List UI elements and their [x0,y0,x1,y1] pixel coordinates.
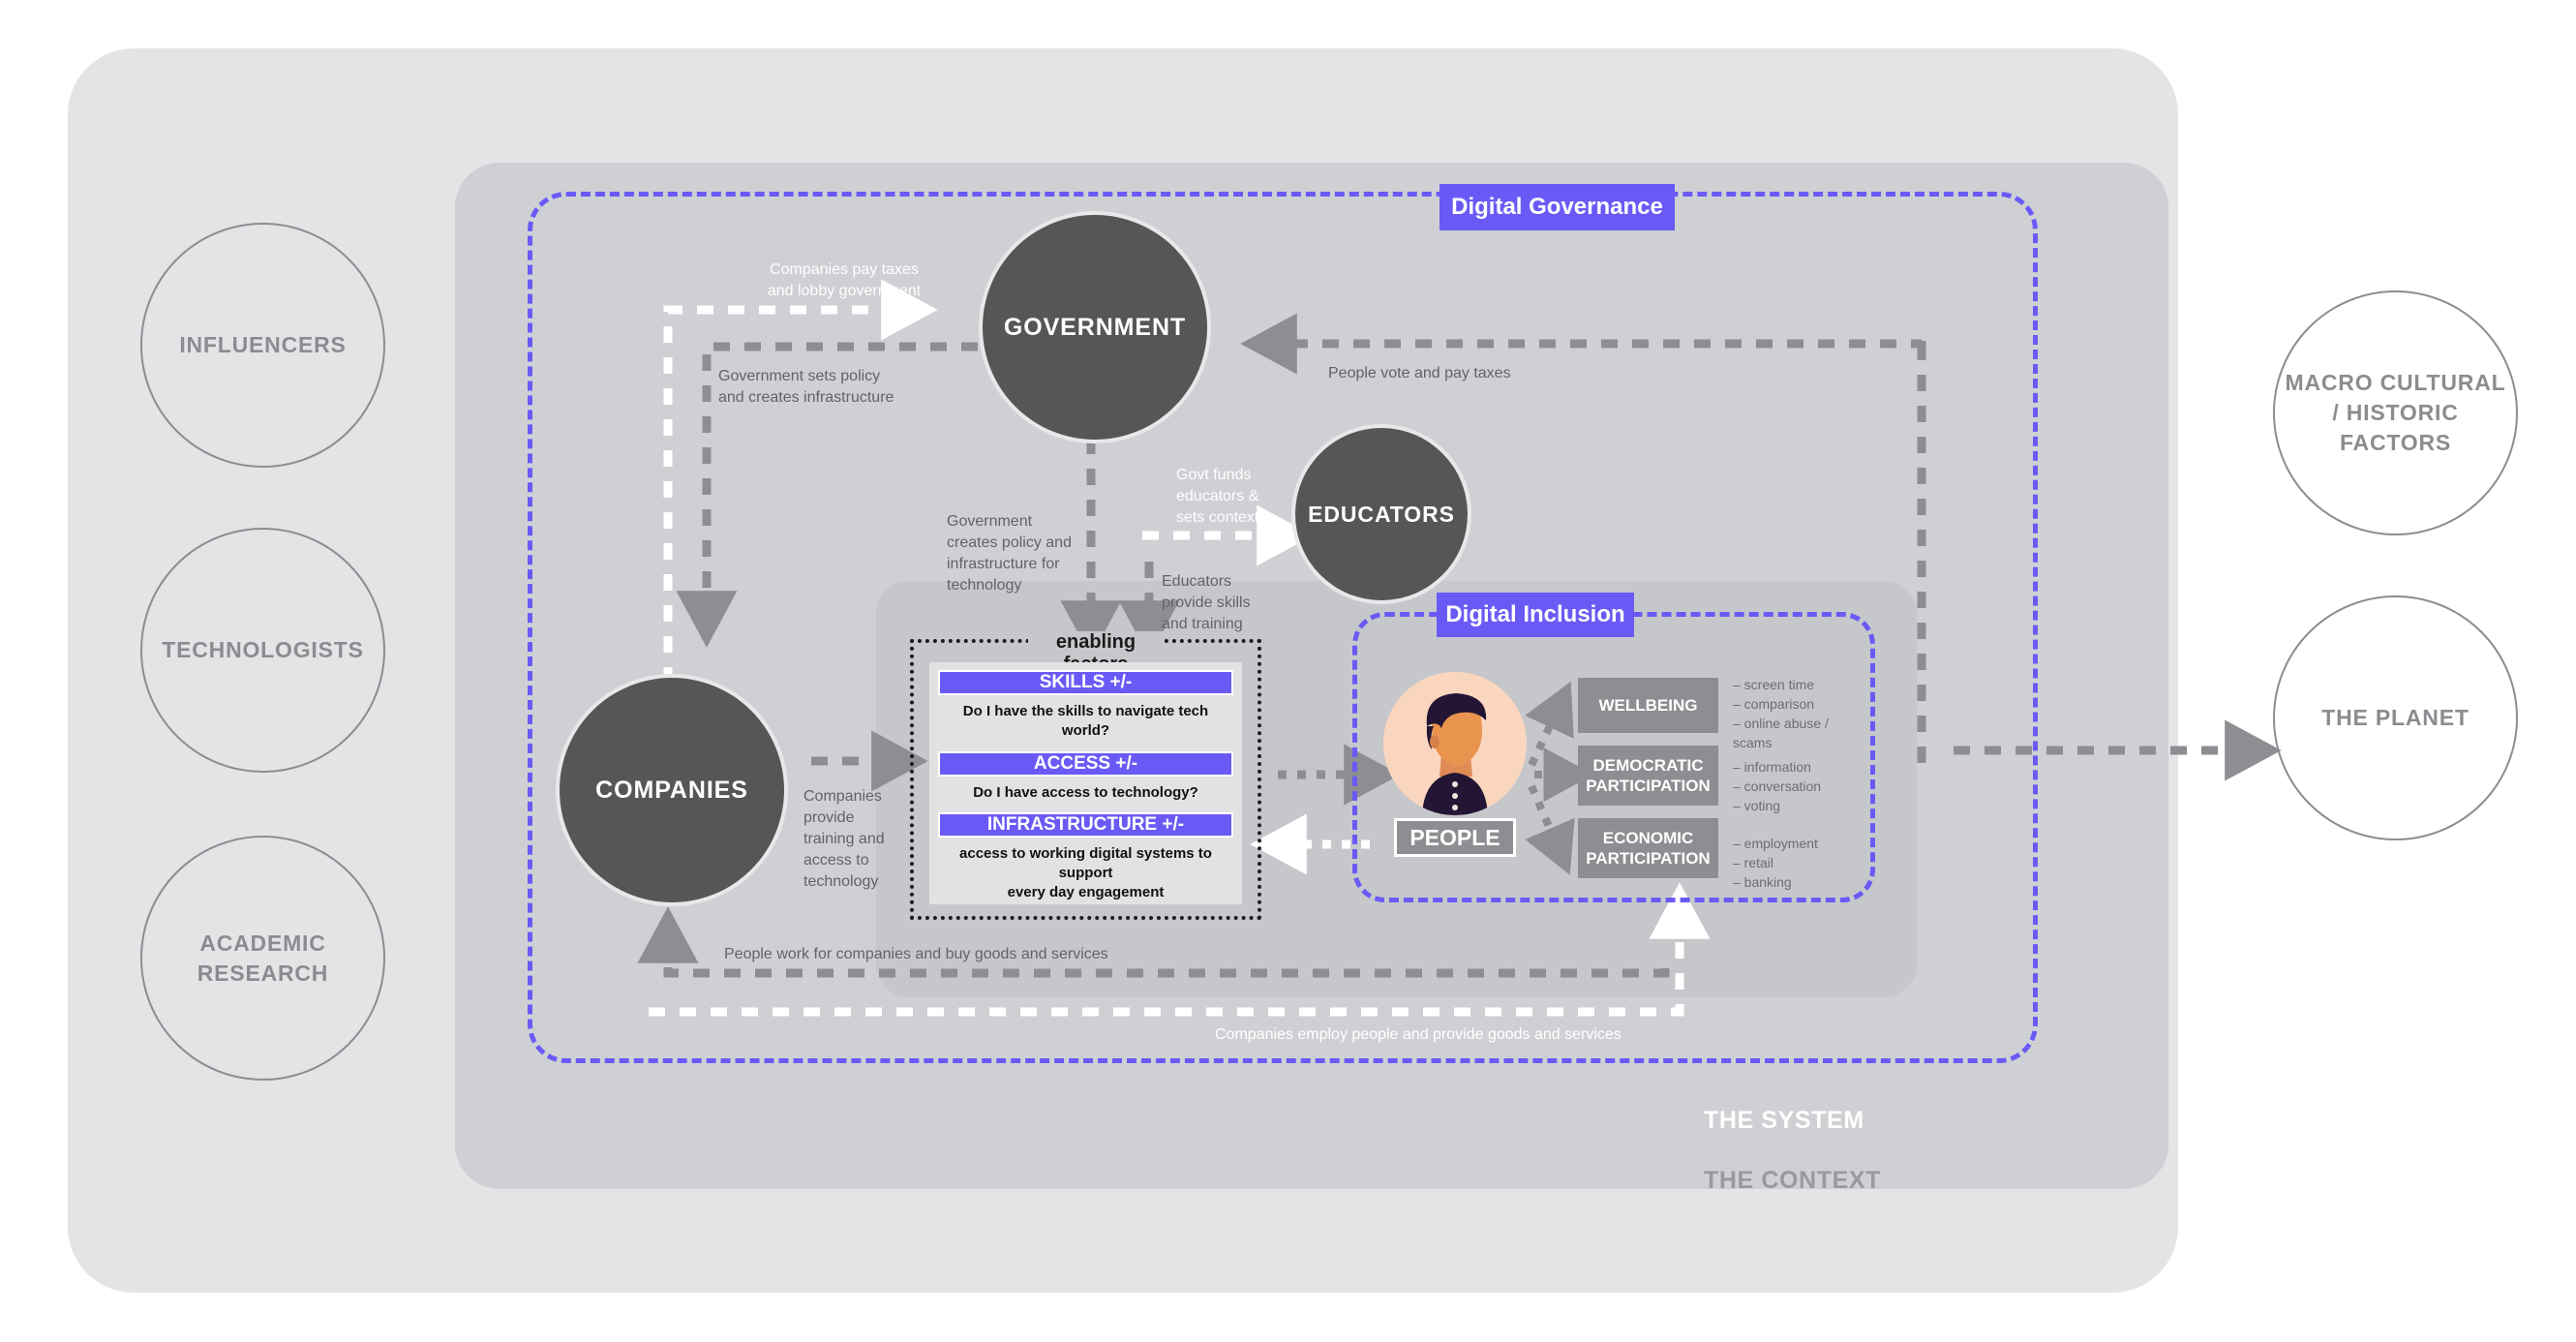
outcome-democratic-participation: DEMOCRATIC PARTICIPATION [1578,746,1718,806]
circle-technologists-label: TECHNOLOGISTS [162,637,364,663]
circle-academic-research-label: ACADEMIC RESEARCH [197,930,329,986]
enabling-factor-access-bar: ACCESS +/- [938,750,1233,777]
flow-govt-funds-educators: Govt funds educators & sets context [1176,467,1259,527]
flow-people-vote-pay-taxes: People vote and pay taxes [1328,365,1511,381]
outcome-wellbeing-details: – screen time – comparison – online abus… [1733,677,1829,750]
circle-influencers: INFLUENCERS [140,223,385,468]
circle-influencers-label: INFLUENCERS [179,332,347,358]
system-caption: THE SYSTEM [1704,1107,1864,1134]
actor-companies: COMPANIES [560,678,784,902]
person-icon [1383,672,1527,815]
circle-macro-label: MACRO CULTURAL / HISTORIC FACTORS [2285,370,2506,455]
circle-academic-research: ACADEMIC RESEARCH [140,836,385,1081]
digital-governance-label: Digital Governance [1440,184,1675,230]
actor-government: GOVERNMENT [983,215,1207,440]
actor-government-label: GOVERNMENT [1003,313,1187,341]
actor-educators-label: EDUCATORS [1308,501,1455,527]
enabling-factor-infrastructure-bar: INFRASTRUCTURE +/- [938,811,1233,838]
people-avatar [1383,672,1527,815]
outcome-wellbeing: WELLBEING [1578,678,1718,733]
flow-people-work-for-companies: People work for companies and buy goods … [724,946,1108,962]
flow-government-sets-policy: Government sets policy and creates infra… [718,368,894,407]
enabling-factors-content: SKILLS +/- Do I have the skills to navig… [929,662,1242,904]
diagram-canvas: Digital Governance Digital Inclusion INF… [0,0,2576,1342]
enabling-factor-skills-question: Do I have the skills to navigate tech wo… [962,703,1209,740]
outcome-economic-participation-label: ECONOMIC PARTICIPATION [1586,828,1711,868]
outcome-democratic-participation-details: – information – conversation – voting [1733,759,1822,813]
circle-the-planet-label: THE PLANET [2321,705,2470,731]
outcome-economic-participation: ECONOMIC PARTICIPATION [1578,818,1718,878]
circle-technologists: TECHNOLOGISTS [140,528,385,773]
flow-companies-employ-people: Companies employ people and provide good… [1215,1026,1621,1043]
flow-government-creates-policy: Government creates policy and infrastruc… [947,513,1072,595]
actor-companies-label: COMPANIES [595,776,748,804]
flow-educators-provide-skills: Educators provide skills and training [1162,573,1251,633]
people-label: PEOPLE [1394,818,1516,857]
context-caption: THE CONTEXT [1704,1167,1881,1194]
outcome-economic-participation-details: – employment – retail – banking [1733,836,1818,890]
outcome-wellbeing-label: WELLBEING [1598,695,1698,715]
circle-the-planet: THE PLANET [2273,595,2518,840]
flow-companies-provide-training: Companies provide training and access to… [803,788,885,891]
digital-inclusion-label: Digital Inclusion [1437,593,1634,637]
enabling-factor-access-question: Do I have access to technology? [973,783,1198,801]
enabling-factor-infrastructure-question: access to working digital systems to sup… [959,844,1212,901]
outcome-democratic-participation-label: DEMOCRATIC PARTICIPATION [1586,755,1711,795]
flow-companies-pay-taxes: Companies pay taxes and lobby government [767,261,922,300]
circle-macro-cultural-historic-factors: MACRO CULTURAL / HISTORIC FACTORS [2273,290,2518,535]
enabling-factor-skills-bar: SKILLS +/- [938,670,1233,695]
